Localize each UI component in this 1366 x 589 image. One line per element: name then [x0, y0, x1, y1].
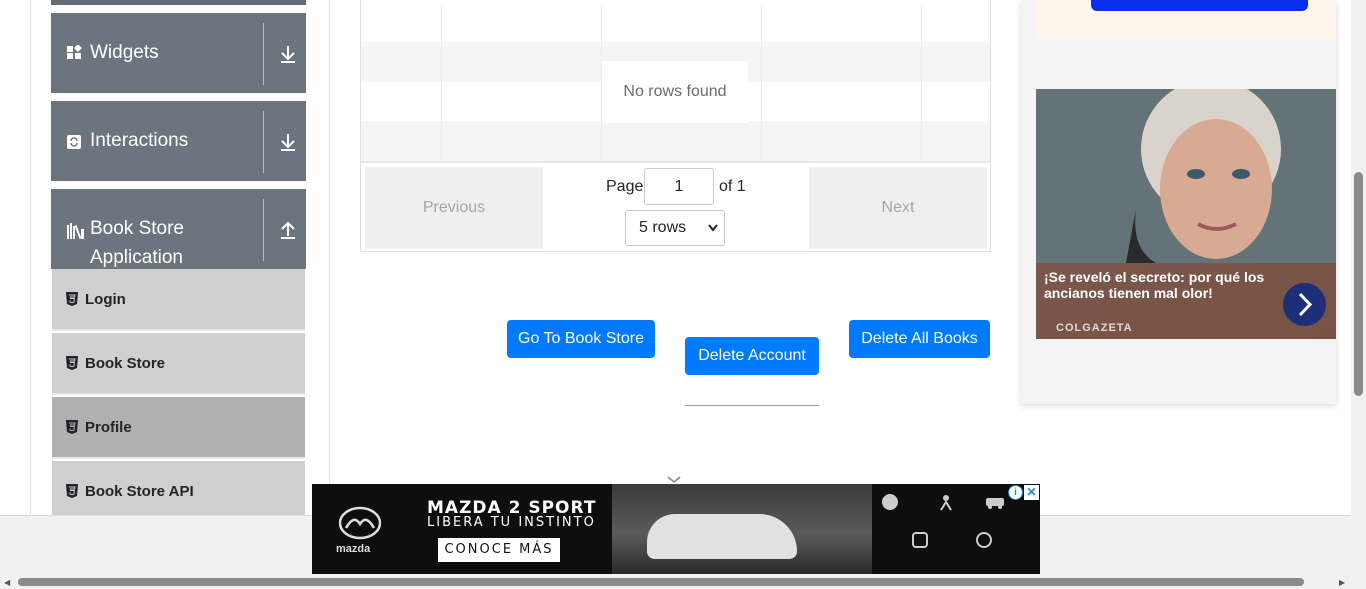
horizontal-scroll-thumb[interactable]: [18, 578, 1304, 586]
ad-source: COLGAZETA: [1056, 322, 1133, 334]
page-number-input[interactable]: 1: [644, 168, 714, 205]
page: Widgets Interactions Book Store Applicat…: [0, 0, 1366, 589]
feature-icon: [880, 492, 924, 522]
ad-top-strip: [1035, 0, 1336, 40]
sidebar-group-interactions[interactable]: Interactions: [51, 101, 306, 181]
delete-all-books-button[interactable]: Delete All Books: [849, 320, 990, 358]
ad-top-button[interactable]: [1091, 0, 1308, 11]
scroll-left-icon[interactable]: ◀: [4, 578, 10, 587]
column-divider: [441, 5, 442, 160]
delete-account-button[interactable]: Delete Account: [685, 337, 819, 375]
scroll-right-icon[interactable]: ▶: [1339, 578, 1345, 587]
car-image: [647, 514, 797, 559]
divider: [263, 199, 264, 261]
feature-icon: [974, 530, 1018, 560]
ad-headline[interactable]: ¡Se reveló el secreto: por qué los ancia…: [1044, 269, 1280, 301]
sidebar-item-book-store[interactable]: Book Store: [52, 333, 305, 395]
total-pages-label: of 1: [719, 178, 746, 195]
books-table: No rows found Previous Page 1 of 1 5 row…: [360, 0, 991, 252]
ad-portrait-image: [1036, 89, 1336, 263]
download-icon[interactable]: [277, 131, 299, 153]
chevron-down-icon: [708, 211, 718, 258]
table-row: [361, 5, 990, 45]
mazda-logo-icon: [336, 506, 384, 540]
go-to-book-store-button[interactable]: Go To Book Store: [507, 320, 655, 358]
sidebar-group-label: Interactions: [90, 130, 189, 151]
sidebar-group-label: Widgets: [90, 42, 159, 63]
bottom-banner-ad[interactable]: mazda MAZDA 2 SPORT LIBERA TU INSTINTO C…: [312, 484, 1040, 574]
chevron-right-icon: [1298, 292, 1313, 317]
sidebar-item-profile[interactable]: Profile: [52, 397, 305, 459]
divider: [263, 111, 264, 173]
interactions-icon: [67, 135, 81, 152]
column-divider: [761, 5, 762, 160]
ad-photo[interactable]: ¡Se reveló el secreto: por qué los ancia…: [1036, 89, 1336, 339]
sidebar-item-label: Login: [85, 291, 126, 308]
chevron-down-icon[interactable]: [667, 471, 681, 483]
pagination: Previous Page 1 of 1 5 rows Next: [361, 161, 990, 251]
ad-info-icon[interactable]: i: [1008, 485, 1023, 500]
sidebar-item-label: Profile: [85, 419, 132, 436]
column-divider: [921, 5, 922, 160]
download-icon[interactable]: [277, 43, 299, 65]
divider: [263, 23, 264, 85]
upload-icon[interactable]: [277, 219, 299, 241]
divider: [685, 405, 819, 406]
previous-button[interactable]: Previous: [365, 167, 543, 249]
horizontal-scrollbar[interactable]: ◀ ▶: [0, 575, 1366, 589]
banner-brand: mazda: [336, 543, 371, 555]
empty-table-message: No rows found: [602, 61, 748, 123]
right-advertisement: ¡Se reveló el secreto: por qué los ancia…: [1021, 0, 1336, 404]
sidebar-item-login[interactable]: Login: [52, 269, 305, 331]
rows-per-page-value: 5 rows: [639, 219, 687, 236]
ad-caption: ¡Se reveló el secreto: por qué los ancia…: [1036, 263, 1336, 339]
sidebar-group-label: Book Store: [90, 218, 184, 239]
next-button[interactable]: Next: [809, 167, 987, 249]
sidebar-item-book-store-api[interactable]: Book Store API: [52, 461, 305, 523]
table-row: [361, 121, 990, 161]
previous-group-edge: [51, 0, 306, 5]
sidebar-group-book-store-application[interactable]: Book Store Application: [51, 189, 306, 269]
page-label: Page: [606, 178, 644, 195]
banner-subtitle: LIBERA TU INSTINTO: [427, 515, 596, 530]
book-store-icon: [67, 223, 85, 242]
feature-icon: [936, 492, 980, 522]
ad-next-button[interactable]: [1283, 283, 1326, 326]
rows-per-page-select[interactable]: 5 rows: [625, 210, 725, 246]
html5-icon: [66, 292, 78, 306]
vertical-scrollbar[interactable]: [1351, 0, 1366, 575]
sidebar-group-widgets[interactable]: Widgets: [51, 13, 306, 93]
html5-icon: [66, 420, 78, 434]
close-icon[interactable]: ✕: [1024, 485, 1039, 500]
sidebar-item-label: Book Store API: [85, 483, 194, 500]
sidebar-group-label: Application: [90, 247, 183, 268]
sidebar-item-label: Book Store: [85, 355, 166, 372]
banner-cta-button[interactable]: CONOCE MÁS: [438, 538, 560, 562]
left-sidebar: Widgets Interactions Book Store Applicat…: [30, 0, 330, 523]
widgets-icon: [67, 44, 82, 63]
html5-icon: [66, 484, 78, 498]
vertical-scroll-thumb[interactable]: [1354, 172, 1363, 396]
html5-icon: [66, 356, 78, 370]
feature-icon: [910, 530, 954, 560]
